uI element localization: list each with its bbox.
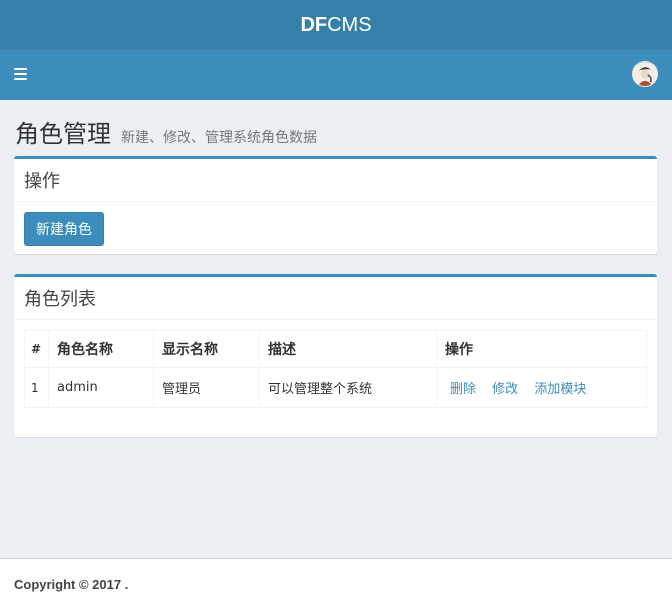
column-header-operations: 操作: [436, 330, 647, 368]
top-navbar: [0, 50, 672, 100]
role-table: # 角色名称 显示名称 描述 操作 1 admin 管理员 可以管理整个系统 删…: [24, 330, 647, 408]
column-header-display-name: 显示名称: [153, 330, 260, 368]
user-avatar[interactable]: [632, 61, 658, 87]
add-module-link[interactable]: 添加模块: [534, 382, 586, 397]
role-list-box: 角色列表 # 角色名称 显示名称 描述 操作 1 admin 管理员 可以管理整…: [14, 274, 657, 437]
cell-role-name: admin: [48, 367, 154, 408]
edit-link[interactable]: 修改: [492, 382, 518, 397]
menu-toggle-icon[interactable]: [14, 68, 27, 80]
column-header-role-name: 角色名称: [48, 330, 154, 368]
logo[interactable]: DFCMS: [300, 14, 371, 36]
footer: Copyright © 2017 .: [0, 558, 672, 608]
cell-operations: 删除 修改 添加模块: [436, 367, 647, 408]
actions-box: 操作 新建角色: [14, 156, 657, 254]
logo-bar: DFCMS: [0, 0, 672, 50]
actions-box-title: 操作: [14, 159, 657, 202]
table-row: 1 admin 管理员 可以管理整个系统 删除 修改 添加模块: [24, 367, 647, 408]
page-title: 角色管理: [15, 120, 111, 148]
role-list-box-title: 角色列表: [14, 277, 657, 320]
cell-description: 可以管理整个系统: [259, 367, 437, 408]
column-header-description: 描述: [259, 330, 437, 368]
delete-link[interactable]: 删除: [450, 382, 476, 397]
cell-number: 1: [24, 367, 49, 408]
column-header-number: #: [24, 330, 49, 368]
content-header: 角色管理 新建、修改、管理系统角色数据: [0, 100, 672, 156]
new-role-button[interactable]: 新建角色: [24, 212, 104, 246]
table-header-row: # 角色名称 显示名称 描述 操作: [24, 330, 647, 368]
copyright-text: Copyright © 2017 .: [14, 577, 129, 592]
cell-display-name: 管理员: [153, 367, 260, 408]
page-subtitle: 新建、修改、管理系统角色数据: [121, 130, 317, 146]
